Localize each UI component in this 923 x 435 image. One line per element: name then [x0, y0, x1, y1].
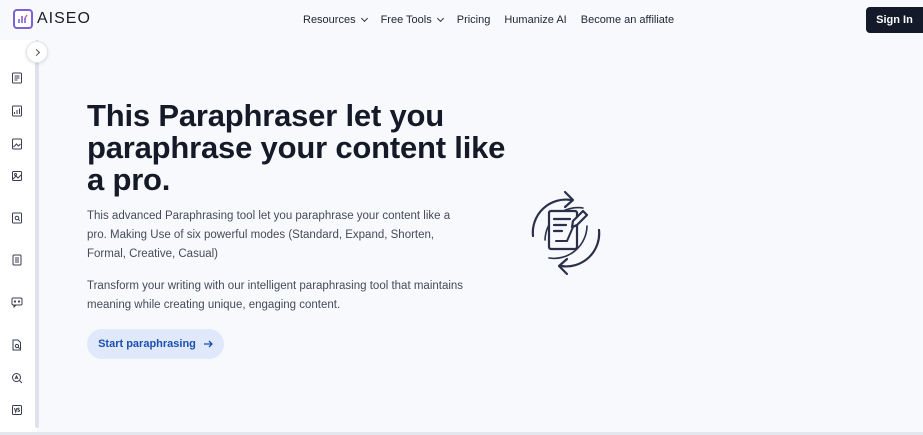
sidebar-expand-button[interactable]	[26, 41, 48, 63]
sign-in-button[interactable]: Sign In	[866, 7, 923, 33]
paraphrase-illustration-icon	[523, 188, 609, 278]
chevron-down-icon	[436, 14, 444, 23]
vs-icon[interactable]	[11, 404, 23, 416]
chart-doc-icon[interactable]	[11, 105, 23, 117]
sidebar-scrollbar[interactable]	[35, 40, 39, 428]
doc-magnify-icon[interactable]	[11, 339, 23, 351]
nav-pricing[interactable]: Pricing	[457, 14, 491, 26]
logo-icon	[13, 9, 33, 29]
nav-free-tools-label: Free Tools	[380, 14, 432, 26]
nav-free-tools[interactable]: Free Tools	[380, 14, 444, 26]
brand-name: AISEO	[37, 10, 91, 27]
document-icon[interactable]	[11, 72, 23, 84]
start-paraphrasing-button[interactable]: Start paraphrasing	[87, 329, 224, 359]
main-nav: Resources Free Tools Pricing Humanize AI…	[303, 0, 674, 40]
chevron-down-icon	[360, 14, 368, 23]
nav-resources[interactable]: Resources	[303, 14, 368, 26]
cta-label: Start paraphrasing	[98, 338, 196, 350]
nav-humanize-ai[interactable]: Humanize AI	[504, 14, 566, 26]
brand-logo[interactable]: AISEO	[13, 9, 91, 29]
top-header: AISEO Resources Free Tools Pricing Human…	[0, 0, 923, 40]
arrow-right-icon	[203, 340, 213, 348]
chat-robot-icon[interactable]	[11, 296, 23, 308]
image-edit-icon[interactable]	[11, 170, 23, 182]
nav-affiliate-label: Become an affiliate	[580, 14, 675, 26]
doc-lines-icon[interactable]	[11, 254, 23, 266]
page-title: This Paraphraser let you paraphrase your…	[87, 98, 506, 197]
hero-description-secondary: Transform your writing with our intellig…	[87, 280, 464, 311]
nav-resources-label: Resources	[303, 14, 356, 26]
image-doc-icon[interactable]	[11, 138, 23, 150]
ai-search-icon[interactable]	[11, 372, 23, 384]
hero-description: This advanced Paraphrasing tool let you …	[87, 210, 451, 260]
nav-pricing-label: Pricing	[456, 14, 491, 26]
nav-humanize-ai-label: Humanize AI	[504, 14, 567, 26]
chevron-right-icon	[32, 48, 40, 56]
nav-affiliate[interactable]: Become an affiliate	[581, 14, 674, 26]
doc-search-icon[interactable]	[11, 212, 23, 224]
